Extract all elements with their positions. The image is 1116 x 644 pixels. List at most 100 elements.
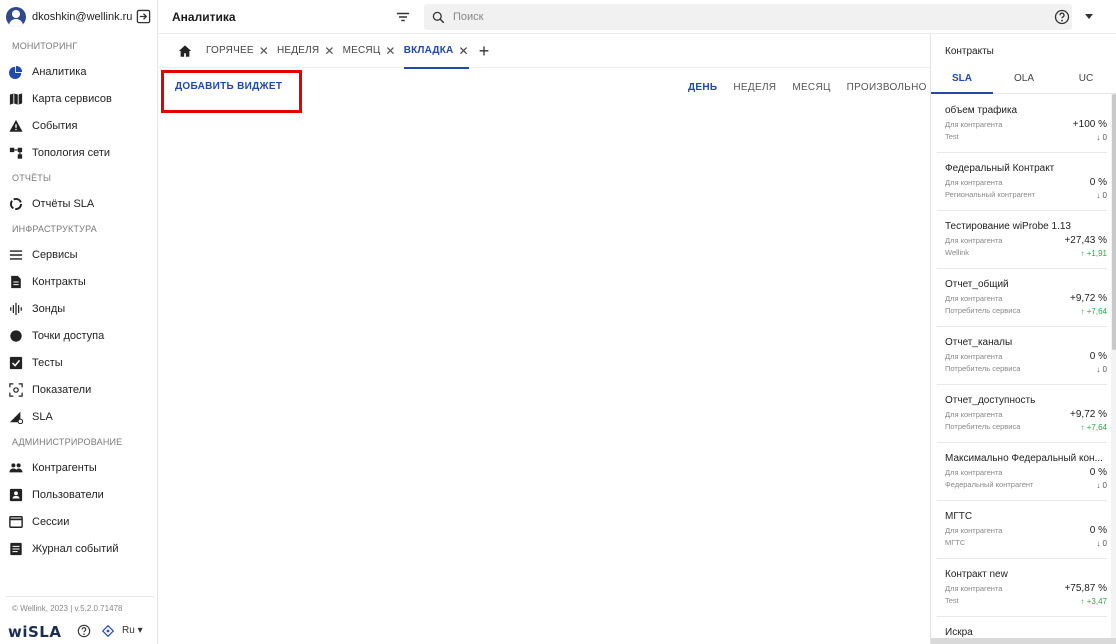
contract-item[interactable]: Максимально Федеральный кон... Для контр… bbox=[937, 443, 1107, 501]
close-icon[interactable]: ✕ bbox=[324, 44, 334, 58]
contract-item[interactable]: объем трафика Для контрагента Test +100 … bbox=[937, 95, 1107, 153]
help-icon[interactable] bbox=[1054, 9, 1070, 25]
contract-party: Федеральный контрагент bbox=[945, 480, 1034, 489]
sidebar-item-map[interactable]: Карта сервисов bbox=[0, 85, 157, 112]
tab-ola[interactable]: OLA bbox=[993, 64, 1055, 93]
help-icon[interactable] bbox=[77, 624, 91, 638]
contract-name: Федеральный Контракт bbox=[945, 163, 1055, 174]
contract-kind: Для контрагента bbox=[945, 526, 1003, 535]
caret-down-icon[interactable] bbox=[1085, 14, 1093, 19]
sidebar-item-label: Пользователи bbox=[32, 488, 104, 501]
sidebar-nav: МОНИТОРИНГ Аналитика Карта сервисов Собы… bbox=[0, 34, 157, 562]
contract-party: Wellink bbox=[945, 248, 970, 257]
contract-value: +75,87 % bbox=[1064, 583, 1107, 594]
contract-value: 0 % bbox=[1089, 467, 1107, 478]
contract-item[interactable]: Отчет_общий Для контрагента Потребитель … bbox=[937, 269, 1107, 327]
contract-name: Искра bbox=[945, 627, 973, 638]
close-icon[interactable]: ✕ bbox=[259, 44, 269, 58]
contract-item[interactable]: МГТС Для контрагента МГТС 0 % ↓ 0 bbox=[937, 501, 1107, 559]
contract-delta: ↑ +1,91 bbox=[1080, 249, 1107, 258]
tab-label: ВКЛАДКА bbox=[403, 45, 454, 56]
period-option[interactable]: ПРОИЗВОЛЬНО bbox=[847, 82, 927, 93]
tab-sla[interactable]: SLA bbox=[931, 64, 993, 94]
sidebar-item-label: Точки доступа bbox=[32, 329, 105, 342]
contract-type-tabs: SLA OLA UC bbox=[931, 64, 1116, 94]
contract-kind: Для контрагента bbox=[945, 236, 1003, 245]
horizontal-scrollbar[interactable] bbox=[931, 638, 1116, 644]
language-select[interactable]: Ru ▾ bbox=[122, 625, 143, 636]
contract-name: Отчет_общий bbox=[945, 279, 1009, 290]
contract-value: +9,72 % bbox=[1070, 409, 1107, 420]
user-block[interactable]: dkoshkin@wellink.ru bbox=[0, 0, 157, 34]
tab-item[interactable]: ГОРЯЧЕЕ ✕ bbox=[206, 34, 269, 68]
scrollbar-thumb[interactable] bbox=[1112, 94, 1116, 350]
contract-delta: ↑ +7,64 bbox=[1080, 423, 1107, 432]
journal-icon bbox=[9, 542, 23, 556]
sidebar-item-probe[interactable]: Зонды bbox=[0, 295, 157, 322]
contract-delta: ↑ +3,47 bbox=[1080, 597, 1107, 606]
dashboard-tabs: ГОРЯЧЕЕ ✕ НЕДЕЛЯ ✕ МЕСЯЦ ✕ ВКЛАДКА ✕ + bbox=[158, 34, 930, 69]
contract-kind: Для контрагента bbox=[945, 120, 1003, 129]
search-bar[interactable] bbox=[424, 4, 1072, 30]
sidebar-item-label: Зонды bbox=[32, 302, 66, 315]
tab-item[interactable]: МЕСЯЦ ✕ bbox=[343, 34, 396, 68]
sidebar-item-checkbox[interactable]: Тесты bbox=[0, 349, 157, 376]
close-icon[interactable]: ✕ bbox=[458, 44, 468, 58]
tab-item[interactable]: ВКЛАДКА ✕ bbox=[403, 34, 469, 69]
window-icon bbox=[9, 515, 23, 529]
sidebar-item-people[interactable]: Контрагенты bbox=[0, 454, 157, 481]
contract-delta: ↑ +7,64 bbox=[1080, 307, 1107, 316]
home-icon[interactable] bbox=[178, 44, 192, 58]
sidebar-item-sla[interactable]: SLA bbox=[0, 403, 157, 430]
contract-value: 0 % bbox=[1089, 177, 1107, 188]
period-option[interactable]: НЕДЕЛЯ bbox=[733, 82, 776, 93]
contract-item[interactable]: Федеральный Контракт Для контрагента Рег… bbox=[937, 153, 1107, 211]
search-input[interactable] bbox=[453, 11, 1053, 23]
avatar[interactable] bbox=[6, 7, 26, 27]
contract-name: объем трафика bbox=[945, 105, 1018, 116]
add-tab-button[interactable]: + bbox=[479, 42, 490, 60]
tab-item[interactable]: НЕДЕЛЯ ✕ bbox=[277, 34, 335, 68]
sidebar-item-label: Журнал событий bbox=[32, 542, 119, 555]
sidebar-item-list[interactable]: Сервисы bbox=[0, 241, 157, 268]
sidebar-item-metrics[interactable]: Показатели bbox=[0, 376, 157, 403]
chevron-down-icon: ▾ bbox=[137, 625, 143, 636]
sidebar-item-circle[interactable]: Точки доступа bbox=[0, 322, 157, 349]
logout-icon[interactable] bbox=[136, 9, 151, 24]
contract-party: Test bbox=[945, 596, 959, 605]
contract-item[interactable]: Отчет_каналы Для контрагента Потребитель… bbox=[937, 327, 1107, 385]
section-title: МОНИТОРИНГ bbox=[12, 41, 78, 51]
contract-kind: Для контрагента bbox=[945, 584, 1003, 593]
sidebar-item-label: События bbox=[32, 119, 78, 132]
period-selector: ДЕНЬ НЕДЕЛЯ МЕСЯЦ ПРОИЗВОЛЬНО bbox=[688, 82, 943, 93]
panel-title: Контракты bbox=[945, 46, 994, 57]
contract-delta: ↓ 0 bbox=[1096, 481, 1107, 490]
sidebar-item-topology[interactable]: Топология сети bbox=[0, 139, 157, 166]
sidebar-item-journal[interactable]: Журнал событий bbox=[0, 535, 157, 562]
sidebar-item-document[interactable]: Контракты bbox=[0, 268, 157, 295]
sidebar-item-window[interactable]: Сессии bbox=[0, 508, 157, 535]
contract-item[interactable]: Отчет_доступность Для контрагента Потреб… bbox=[937, 385, 1107, 443]
contract-name: Отчет_каналы bbox=[945, 337, 1013, 348]
contract-value: +100 % bbox=[1072, 119, 1107, 130]
close-icon[interactable]: ✕ bbox=[385, 44, 395, 58]
sidebar-item-label: Аналитика bbox=[32, 65, 87, 78]
period-option[interactable]: ДЕНЬ bbox=[688, 82, 717, 93]
sidebar-item-label: Контрагенты bbox=[32, 461, 97, 474]
sidebar-item-analytics[interactable]: Аналитика bbox=[0, 58, 157, 85]
sidebar-item-label: Отчёты SLA bbox=[32, 197, 95, 210]
pointer-icon[interactable] bbox=[101, 624, 115, 638]
contract-name: Максимально Федеральный кон... bbox=[945, 453, 1103, 464]
contract-party: Потребитель сервиса bbox=[945, 422, 1021, 431]
contract-delta: ↓ 0 bbox=[1096, 191, 1107, 200]
period-option[interactable]: МЕСЯЦ bbox=[792, 82, 830, 93]
sidebar-item-user-card[interactable]: Пользователи bbox=[0, 481, 157, 508]
tab-uc[interactable]: UC bbox=[1055, 64, 1116, 93]
add-widget-button[interactable]: ДОБАВИТЬ ВИДЖЕТ bbox=[161, 70, 302, 113]
contract-item[interactable]: Контракт new Для контрагента Test +75,87… bbox=[937, 559, 1107, 617]
filter-icon[interactable] bbox=[396, 10, 410, 24]
sidebar-item-report[interactable]: Отчёты SLA bbox=[0, 190, 157, 217]
contract-value: +9,72 % bbox=[1070, 293, 1107, 304]
contract-item[interactable]: Тестирование wiProbe 1.13 Для контрагент… bbox=[937, 211, 1107, 269]
sidebar-item-warning[interactable]: События bbox=[0, 112, 157, 139]
